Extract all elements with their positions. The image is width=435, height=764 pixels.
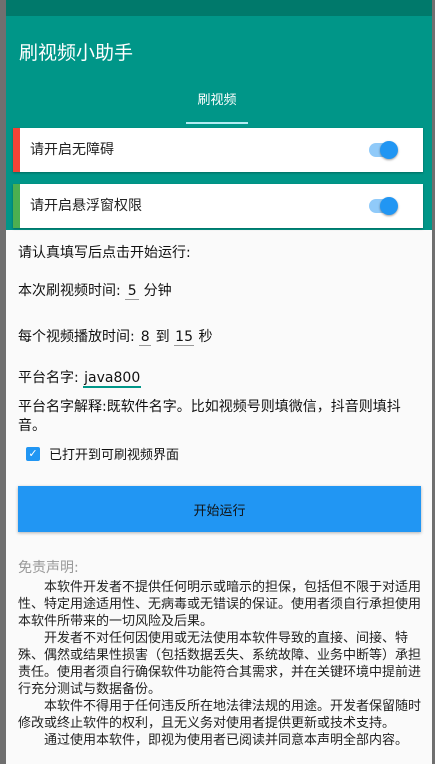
checkbox-checked-icon[interactable]: ✓ [26,446,40,461]
app-screen: 刷视频小助手 刷视频 请开启无障碍 请开启悬浮窗权限 请认真填写后点击开始运行:… [6,0,432,764]
status-color-bar [13,184,20,228]
tab-bar: 刷视频 [6,86,432,126]
duration-label: 本次刷视频时间: [18,283,121,299]
play-time-row: 每个视频播放时间: 8 到 15 秒 [18,326,421,346]
status-color-bar [13,128,20,172]
platform-input[interactable]: java800 [83,370,142,388]
platform-hint: 平台名字解释:既软件名字。比如视频号则填微信，抖音则填抖音。 [18,399,401,434]
accessibility-permission-card[interactable]: 请开启无障碍 [13,128,423,172]
disclaimer-paragraph: 本软件不得用于任何违反所在地法律法规的用途。开发者保留随时修改或终止软件的权利，… [18,699,422,731]
accessibility-permission-label: 请开启无障碍 [30,142,114,158]
status-bar [6,0,432,16]
play-time-unit: 秒 [198,329,213,345]
duration-input[interactable]: 5 [125,283,140,300]
tab-shua-shipin[interactable]: 刷视频 [186,88,248,114]
overlay-permission-card[interactable]: 请开启悬浮窗权限 [13,184,423,228]
play-max-input[interactable]: 15 [174,329,195,346]
disclaimer: 免责声明: 本软件开发者不提供任何明示或暗示的担保，包括但不限于对适用性、特定用… [18,560,421,749]
toggle-knob [380,141,398,159]
toggle-knob [380,197,398,215]
platform-label: 平台名字: [18,370,79,386]
platform-row: 平台名字: java800 [18,367,421,388]
disclaimer-paragraph: 开发者不对任何因使用或无法使用本软件导致的直接、间接、特殊、偶然或结果性损害（包… [18,631,422,697]
start-button[interactable]: 开始运行 [18,486,421,532]
ready-checkbox-row[interactable]: ✓ 已打开到可刷视频界面 [18,444,421,463]
app-bar: 刷视频小助手 [6,16,432,86]
duration-row: 本次刷视频时间: 5 分钟 [18,280,421,300]
disclaimer-paragraph: 本软件开发者不提供任何明示或暗示的担保，包括但不限于对适用性、特定用途适用性、无… [18,580,422,629]
play-min-input[interactable]: 8 [139,329,152,346]
ready-checkbox-label: 已打开到可刷视频界面 [49,448,180,463]
app-title: 刷视频小助手 [19,41,134,64]
overlay-permission-label: 请开启悬浮窗权限 [30,198,142,214]
accessibility-toggle[interactable] [369,141,398,159]
disclaimer-title: 免责声明: [18,560,79,576]
form-area: 请认真填写后点击开始运行: 本次刷视频时间: 5 分钟 每个视频播放时间: 8 … [6,230,432,749]
permission-cards: 请开启无障碍 请开启悬浮窗权限 [6,126,432,230]
play-time-label: 每个视频播放时间: [18,329,135,345]
tab-indicator [186,122,248,124]
play-to-label: 到 [155,329,170,345]
duration-unit: 分钟 [143,283,172,299]
overlay-toggle[interactable] [369,197,398,215]
form-intro: 请认真填写后点击开始运行: [18,245,191,261]
disclaimer-paragraph: 通过使用本软件，即视为使用者已阅读并同意本声明全部内容。 [44,733,409,748]
